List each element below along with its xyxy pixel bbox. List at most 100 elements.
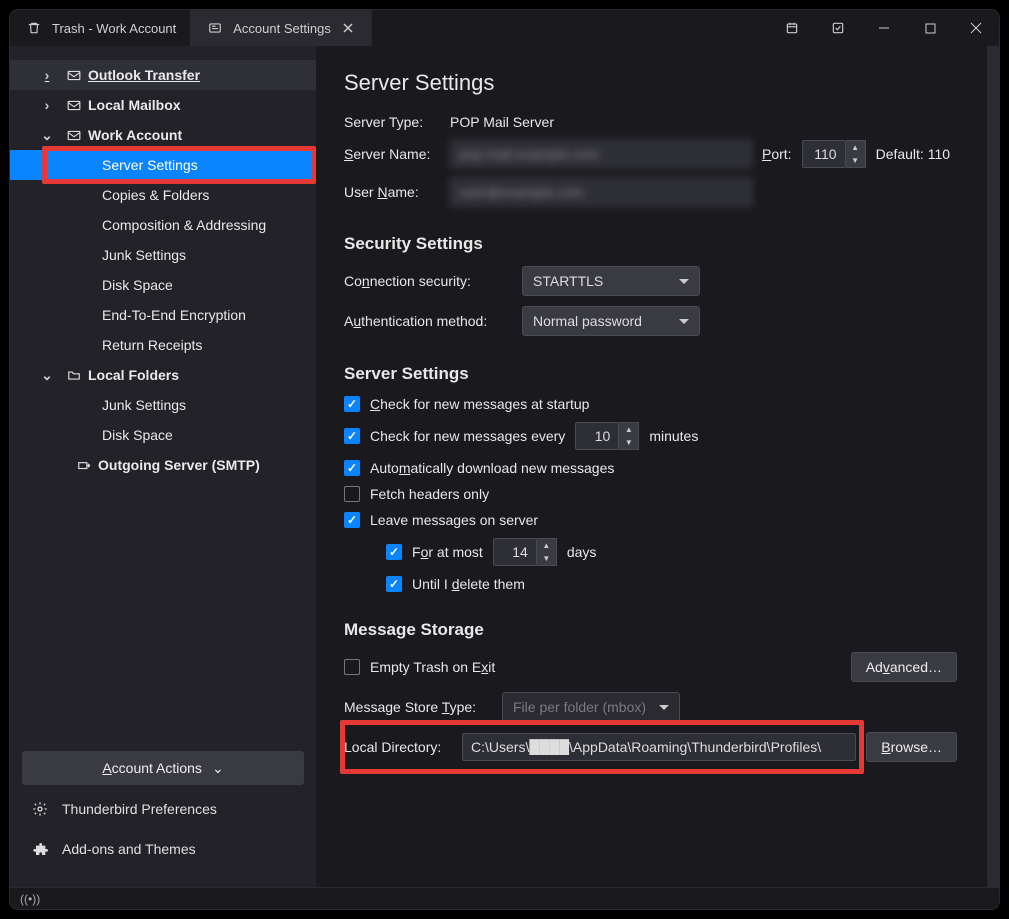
sidebar-account-work[interactable]: ⌄ Work Account [10,120,316,150]
sidebar-account-localmailbox[interactable]: › Local Mailbox [10,90,316,120]
select-value: Normal password [533,313,642,329]
port-label: Port: [762,146,792,162]
sidebar-item-label: Disk Space [102,427,173,443]
sidebar-item-disk[interactable]: Disk Space [10,270,316,300]
sidebar-account-localfolders[interactable]: ⌄ Local Folders [10,360,316,390]
page-title: Server Settings [344,70,957,96]
close-button[interactable] [953,10,999,46]
status-bar: ((•)) [10,887,999,909]
user-name-input[interactable] [450,178,752,206]
local-dir-input[interactable] [462,733,856,761]
sidebar-item-label: Junk Settings [102,397,186,413]
checkbox-label: Check for new messages at startup [370,396,589,412]
sidebar-item-lf-disk[interactable]: Disk Space [10,420,316,450]
sidebar-account-outlook[interactable]: › Outlook Transfer [10,60,316,90]
unit-label: days [567,544,597,560]
button-label: Add-ons and Themes [62,841,196,857]
thunderbird-prefs-button[interactable]: Thunderbird Preferences [22,793,304,825]
sidebar-item-label: Composition & Addressing [102,217,266,233]
advanced-button[interactable]: Advanced… [851,652,957,682]
server-name-input[interactable] [450,140,752,168]
unit-label: minutes [649,428,698,444]
spinner-down-icon[interactable]: ▼ [537,552,556,565]
spinner-up-icon[interactable]: ▲ [619,423,638,436]
checkbox-label: Until I delete them [412,576,525,592]
sidebar-item-server-settings[interactable]: Server Settings [10,150,316,180]
atmost-spinner[interactable]: ▲▼ [537,538,557,566]
store-type-select: File per folder (mbox) [502,692,680,722]
spinner-down-icon[interactable]: ▼ [619,436,638,449]
conn-security-select[interactable]: STARTTLS [522,266,700,296]
local-dir-label: Local Directory: [344,739,452,755]
server-name-label: Server Name: [344,146,440,162]
sidebar-item-composition[interactable]: Composition & Addressing [10,210,316,240]
checkbox-autodl[interactable] [344,460,360,476]
port-default-label: Default: 110 [876,146,950,162]
sidebar-item-lf-junk[interactable]: Junk Settings [10,390,316,420]
minimize-button[interactable] [861,10,907,46]
browse-button[interactable]: Browse… [866,732,957,762]
checkbox-every[interactable] [344,428,360,444]
checkbox-label: Fetch headers only [370,486,489,502]
chevron-down-icon: ⌄ [40,127,54,144]
sidebar-item-label: Local Folders [88,367,179,383]
checkbox-leave[interactable] [344,512,360,528]
sidebar-item-e2ee[interactable]: End-To-End Encryption [10,300,316,330]
checkbox-label: Check for new messages every [370,428,565,444]
account-actions-button[interactable]: Account Actions ⌄ [22,751,304,785]
sidebar-item-label: Work Account [88,127,182,143]
auth-method-select[interactable]: Normal password [522,306,700,336]
sidebar-item-label: Local Mailbox [88,97,181,113]
server-settings-header: Server Settings [344,364,957,384]
sidebar-item-smtp[interactable]: Outgoing Server (SMTP) [10,450,316,480]
puzzle-icon [32,841,48,857]
checkbox-headers[interactable] [344,486,360,502]
port-input[interactable] [802,140,846,168]
check-every-input[interactable] [575,422,619,450]
tab-trash[interactable]: Trash - Work Account [10,10,191,46]
sidebar-item-label: Return Receipts [102,337,202,353]
spinner-up-icon[interactable]: ▲ [846,141,865,154]
checkbox-untildel[interactable] [386,576,402,592]
tasks-icon[interactable] [815,10,861,46]
spinner-down-icon[interactable]: ▼ [846,154,865,167]
select-value: File per folder (mbox) [513,699,646,715]
sidebar-item-junk[interactable]: Junk Settings [10,240,316,270]
tab-label: Account Settings [233,21,331,36]
checkbox-label: Leave messages on server [370,512,538,528]
sidebar-item-label: Copies & Folders [102,187,209,203]
mail-icon [66,70,82,81]
sidebar: › Outlook Transfer › Local Mailbox ⌄ Wor… [10,46,316,887]
spinner-up-icon[interactable]: ▲ [537,539,556,552]
checkbox-emptytrash[interactable] [344,659,360,675]
mail-icon [66,130,82,141]
chevron-down-icon: ⌄ [40,367,54,384]
gear-icon [32,801,48,817]
port-spinner[interactable]: ▲▼ [846,140,866,168]
tabs-bar: Trash - Work Account Account Settings [10,10,999,46]
sidebar-item-label: Outlook Transfer [88,67,200,83]
tab-label: Trash - Work Account [52,21,176,36]
tab-account-settings[interactable]: Account Settings [191,10,372,46]
checkbox-atmost[interactable] [386,544,402,560]
sidebar-item-label: End-To-End Encryption [102,307,246,323]
sidebar-item-receipts[interactable]: Return Receipts [10,330,316,360]
storage-header: Message Storage [344,620,957,640]
select-value: STARTTLS [533,273,603,289]
close-tab-icon[interactable] [339,23,357,33]
addons-button[interactable]: Add-ons and Themes [22,833,304,865]
content-pane: Server Settings Server Type: POP Mail Se… [316,46,987,887]
check-every-spinner[interactable]: ▲▼ [619,422,639,450]
checkbox-label: For at most [412,544,483,560]
checkbox-startup[interactable] [344,396,360,412]
maximize-button[interactable] [907,10,953,46]
calendar-icon[interactable] [769,10,815,46]
chevron-down-icon: ⌄ [212,760,224,777]
scrollbar[interactable] [987,46,999,887]
server-type-label: Server Type: [344,114,440,130]
atmost-input[interactable] [493,538,537,566]
outgoing-icon [76,459,92,471]
checkbox-label: Automatically download new messages [370,460,614,476]
sidebar-item-copies[interactable]: Copies & Folders [10,180,316,210]
user-name-label: User Name: [344,184,440,200]
